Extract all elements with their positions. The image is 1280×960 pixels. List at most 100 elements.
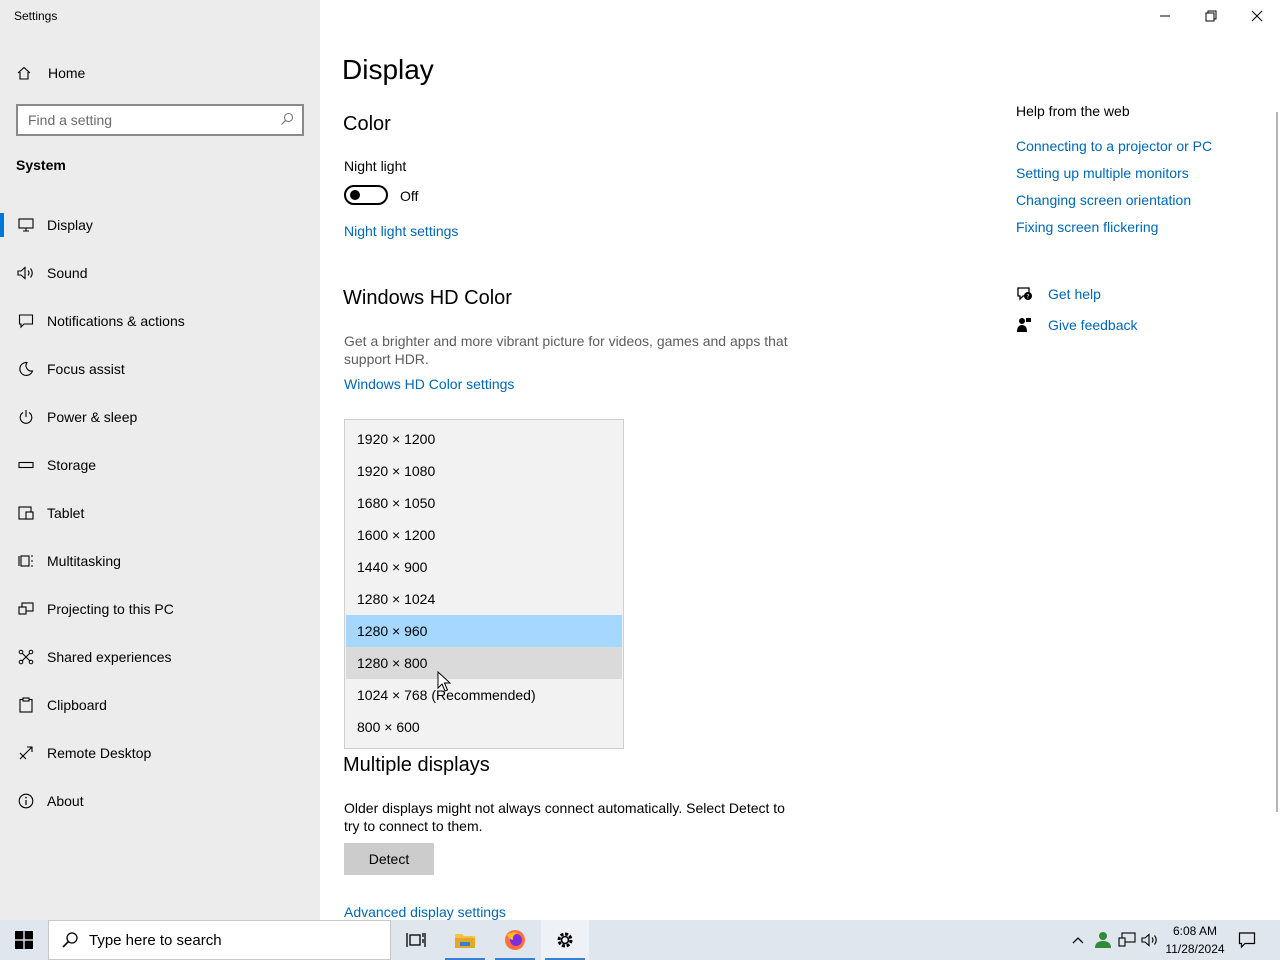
restore-button[interactable] <box>1188 0 1234 32</box>
resolution-option[interactable]: 1680 × 1050 <box>346 487 622 519</box>
sidebar-item-projecting[interactable]: Projecting to this PC <box>0 589 320 629</box>
tablet-icon <box>16 503 36 523</box>
page-title: Display <box>342 54 434 85</box>
sidebar-item-shared-experiences[interactable]: Shared experiences <box>0 637 320 677</box>
help-link-multiple-monitors[interactable]: Setting up multiple monitors <box>1016 165 1189 181</box>
help-title: Help from the web <box>1016 103 1130 119</box>
resolution-option[interactable]: 1920 × 1200 <box>346 423 622 455</box>
tray-app-button[interactable] <box>1092 920 1114 960</box>
resolution-option[interactable]: 1440 × 900 <box>346 551 622 583</box>
windows-logo-icon <box>15 931 33 949</box>
detect-button[interactable]: Detect <box>344 843 434 875</box>
minimize-button[interactable] <box>1142 0 1188 32</box>
notification-icon <box>16 311 36 331</box>
resolution-option-selected[interactable]: 1280 × 960 <box>346 615 622 647</box>
moon-icon <box>16 359 36 379</box>
file-explorer-button[interactable] <box>441 920 489 960</box>
multitasking-icon <box>16 551 36 571</box>
sidebar-item-focus-assist[interactable]: Focus assist <box>0 349 320 389</box>
clock-date: 11/28/2024 <box>1165 942 1225 956</box>
firefox-icon <box>505 930 525 950</box>
sidebar: Settings Home Find a setting System Disp… <box>0 0 320 920</box>
power-icon <box>16 407 36 427</box>
get-help-label: Get help <box>1048 286 1101 302</box>
give-feedback-label: Give feedback <box>1048 317 1138 333</box>
action-center-icon <box>1238 932 1256 949</box>
file-explorer-icon <box>455 934 475 948</box>
sidebar-item-label: Display <box>47 217 93 233</box>
sidebar-item-label: Focus assist <box>47 361 125 377</box>
give-feedback-link[interactable]: Give feedback <box>1016 314 1138 336</box>
section-title-system: System <box>16 157 66 173</box>
sidebar-item-label: Clipboard <box>47 697 107 713</box>
settings-icon <box>557 932 573 948</box>
hd-color-description: Get a brighter and more vibrant picture … <box>344 333 788 367</box>
user-tray-icon <box>1095 932 1111 948</box>
resolution-option[interactable]: 1280 × 1024 <box>346 583 622 615</box>
sidebar-item-label: Sound <box>47 265 88 281</box>
help-link-projector[interactable]: Connecting to a projector or PC <box>1016 138 1212 154</box>
sidebar-item-label: Multitasking <box>47 553 121 569</box>
minimize-icon <box>1160 15 1170 17</box>
window-title: Settings <box>14 9 58 23</box>
taskbar: Type here to search 6:08 AM 11/28/2024 <box>0 920 1280 960</box>
sidebar-item-notifications[interactable]: Notifications & actions <box>0 301 320 341</box>
night-light-settings-link[interactable]: Night light settings <box>344 223 458 239</box>
sidebar-item-remote-desktop[interactable]: Remote Desktop <box>0 733 320 773</box>
resolution-option[interactable]: 1600 × 1200 <box>346 519 622 551</box>
home-nav-item[interactable]: Home <box>16 62 85 84</box>
toggle-knob <box>350 190 360 200</box>
start-button[interactable] <box>0 920 48 960</box>
help-link-orientation[interactable]: Changing screen orientation <box>1016 192 1191 208</box>
multiple-displays-description: Older displays might not always connect … <box>344 800 785 834</box>
clock-time: 6:08 AM <box>1172 924 1218 938</box>
info-icon <box>16 791 36 811</box>
taskbar-search-placeholder: Type here to search <box>89 931 222 949</box>
resolution-option[interactable]: 800 × 600 <box>346 711 622 743</box>
sidebar-item-label: Remote Desktop <box>47 745 152 761</box>
home-icon <box>16 65 36 81</box>
firefox-button[interactable] <box>491 920 539 960</box>
sidebar-item-multitasking[interactable]: Multitasking <box>0 541 320 581</box>
help-chat-icon: ? <box>1016 286 1036 302</box>
taskbar-search-box[interactable]: Type here to search <box>48 920 391 960</box>
scrollbar[interactable] <box>1276 112 1278 812</box>
sidebar-item-clipboard[interactable]: Clipboard <box>0 685 320 725</box>
resolution-option[interactable]: 1920 × 1080 <box>346 455 622 487</box>
find-setting-input[interactable]: Find a setting <box>16 104 304 136</box>
projecting-icon <box>16 599 36 619</box>
task-view-button[interactable] <box>392 920 440 960</box>
night-light-state: Off <box>400 188 419 204</box>
resolution-dropdown-list[interactable]: 1920 × 1200 1920 × 1080 1680 × 1050 1600… <box>344 419 624 749</box>
help-link-flickering[interactable]: Fixing screen flickering <box>1016 219 1158 235</box>
resolution-option[interactable]: 1024 × 768 (Recommended) <box>346 679 622 711</box>
night-light-label: Night light <box>344 158 407 174</box>
show-hidden-icons-button[interactable] <box>1068 920 1088 960</box>
home-label: Home <box>48 65 86 81</box>
sidebar-item-storage[interactable]: Storage <box>0 445 320 485</box>
speaker-icon <box>16 263 36 283</box>
restore-icon <box>1205 10 1217 22</box>
task-view-icon <box>406 933 426 947</box>
sidebar-item-display[interactable]: Display <box>0 205 320 245</box>
advanced-display-settings-link[interactable]: Advanced display settings <box>344 904 506 920</box>
get-help-link[interactable]: ? Get help <box>1016 283 1101 305</box>
sidebar-item-power-sleep[interactable]: Power & sleep <box>0 397 320 437</box>
volume-button[interactable] <box>1140 920 1160 960</box>
sidebar-item-label: About <box>47 793 84 809</box>
sidebar-item-sound[interactable]: Sound <box>0 253 320 293</box>
network-button[interactable] <box>1116 920 1138 960</box>
storage-icon <box>16 455 36 475</box>
close-button[interactable] <box>1234 0 1280 32</box>
night-light-toggle[interactable] <box>344 185 388 205</box>
action-center-button[interactable] <box>1234 920 1260 960</box>
resolution-option-hovered[interactable]: 1280 × 800 <box>346 647 622 679</box>
hd-color-settings-link[interactable]: Windows HD Color settings <box>344 376 514 392</box>
volume-icon <box>1141 933 1157 947</box>
settings-app-button[interactable] <box>541 920 589 960</box>
sidebar-item-about[interactable]: About <box>0 781 320 821</box>
sidebar-item-label: Projecting to this PC <box>47 601 174 617</box>
clock[interactable]: 6:08 AM 11/28/2024 <box>1158 922 1232 958</box>
shared-icon <box>16 647 36 667</box>
sidebar-item-tablet[interactable]: Tablet <box>0 493 320 533</box>
